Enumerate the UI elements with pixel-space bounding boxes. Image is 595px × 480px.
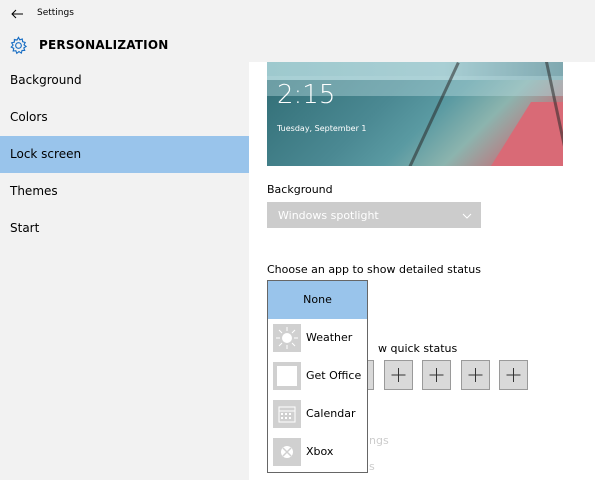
preview-date: Tuesday, September 1 — [277, 124, 367, 133]
quick-status-label: w quick status — [378, 342, 458, 355]
calendar-icon — [273, 400, 301, 428]
popup-item-xbox[interactable]: Xbox — [268, 433, 367, 471]
quick-status-slot[interactable] — [461, 360, 490, 390]
popup-item-label: Calendar — [306, 407, 356, 420]
xbox-icon — [273, 438, 301, 466]
background-label: Background — [267, 183, 333, 196]
background-dropdown-value: Windows spotlight — [278, 209, 379, 222]
background-dropdown[interactable]: Windows spotlight — [267, 202, 481, 228]
sidebar: Background Colors Lock screen Themes Sta… — [0, 62, 249, 480]
lock-screen-preview: 2:15 Tuesday, September 1 — [267, 62, 563, 166]
popup-item-get-office[interactable]: Get Office — [268, 357, 367, 395]
faded-text: ngs — [369, 434, 389, 447]
window-title: Settings — [37, 8, 74, 18]
sidebar-item-colors[interactable]: Colors — [0, 99, 249, 136]
sidebar-item-label: Lock screen — [10, 147, 82, 161]
title-bar: Settings — [0, 0, 595, 28]
sidebar-item-background[interactable]: Background — [0, 62, 249, 99]
sidebar-item-label: Background — [10, 73, 82, 87]
quick-status-slot[interactable] — [422, 360, 451, 390]
preview-wing — [491, 102, 563, 166]
plus-icon — [429, 368, 444, 382]
plus-icon — [506, 368, 521, 382]
sidebar-item-label: Colors — [10, 110, 48, 124]
quick-status-slot[interactable] — [384, 360, 413, 390]
detailed-status-label: Choose an app to show detailed status — [267, 263, 481, 276]
page-header: PERSONALIZATION — [0, 28, 595, 62]
sidebar-item-label: Themes — [10, 184, 58, 198]
back-arrow-icon[interactable] — [9, 6, 25, 22]
sidebar-item-lock-screen[interactable]: Lock screen — [0, 136, 249, 173]
popup-item-none[interactable]: None — [268, 281, 367, 319]
chevron-down-icon — [462, 213, 472, 219]
plus-icon — [468, 368, 483, 382]
sidebar-item-themes[interactable]: Themes — [0, 173, 249, 210]
popup-item-label: Xbox — [306, 445, 334, 458]
gear-icon — [10, 36, 28, 55]
popup-item-label: None — [303, 293, 332, 306]
popup-item-label: Get Office — [306, 369, 362, 382]
quick-status-slot[interactable] — [499, 360, 528, 390]
sidebar-item-start[interactable]: Start — [0, 210, 249, 247]
sidebar-item-label: Start — [10, 221, 40, 235]
preview-time: 2:15 — [277, 80, 336, 110]
plus-icon — [391, 368, 406, 382]
popup-item-calendar[interactable]: Calendar — [268, 395, 367, 433]
faded-text: s — [369, 460, 375, 473]
office-icon — [273, 362, 301, 390]
page-title: PERSONALIZATION — [39, 38, 169, 52]
popup-item-label: Weather — [306, 331, 353, 344]
weather-sun-icon — [273, 324, 301, 352]
settings-window: Settings PERSONALIZATION Background Colo… — [0, 0, 595, 480]
popup-item-weather[interactable]: Weather — [268, 319, 367, 357]
app-picker-popup: None Weather Get Office Calendar Xbox — [267, 280, 368, 473]
